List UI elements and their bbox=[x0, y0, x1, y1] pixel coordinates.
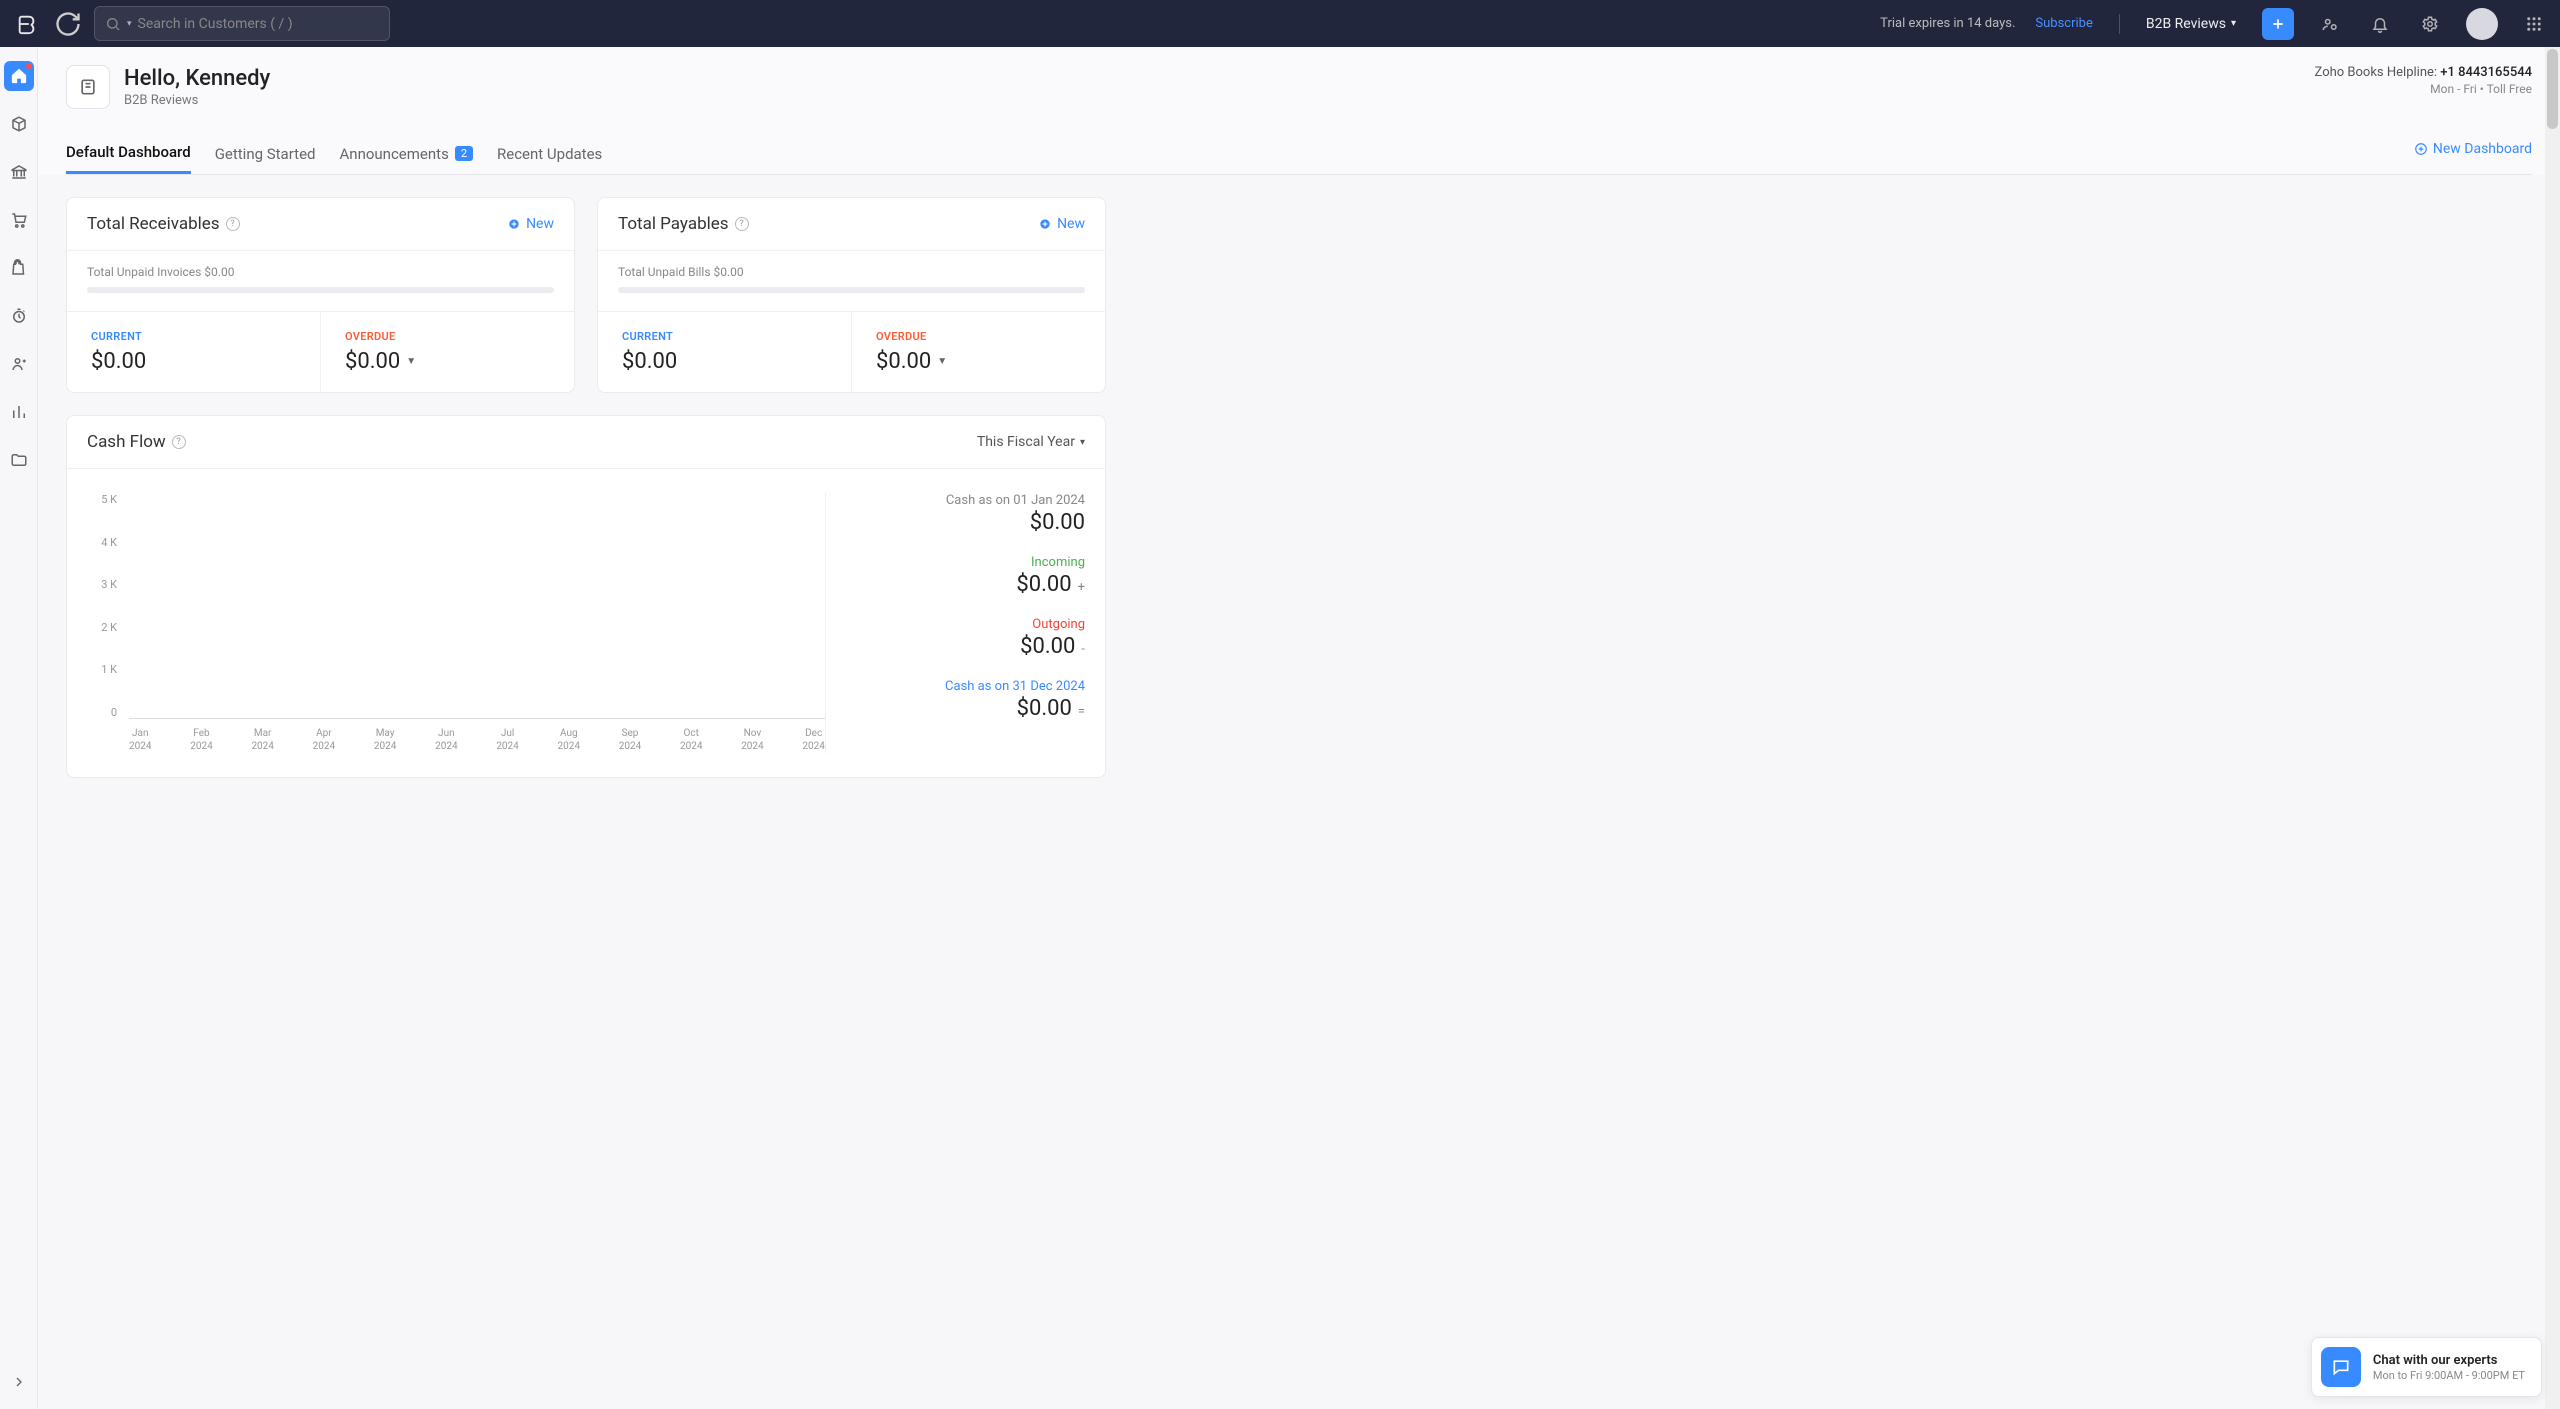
caret-down-icon: ▼ bbox=[937, 356, 947, 367]
cashflow-period-select[interactable]: This Fiscal Year ▾ bbox=[977, 434, 1085, 450]
receivables-overdue[interactable]: OVERDUE $0.00▼ bbox=[320, 312, 574, 392]
stat-value: $0.00 bbox=[91, 349, 296, 374]
refresh-icon[interactable] bbox=[54, 10, 82, 38]
payables-current: CURRENT $0.00 bbox=[598, 312, 851, 392]
card-receivables: Total Receivables ? New Total Unpaid Inv… bbox=[66, 197, 575, 393]
dashboard-icon bbox=[66, 65, 110, 109]
receivables-unpaid-text: Total Unpaid Invoices $0.00 bbox=[87, 265, 554, 279]
sidebar bbox=[0, 47, 38, 1409]
sidebar-item-reports[interactable] bbox=[4, 397, 34, 427]
chat-widget[interactable]: Chat with our experts Mon to Fri 9:00AM … bbox=[2311, 1337, 2542, 1397]
search-scope-caret-icon[interactable]: ▾ bbox=[127, 19, 132, 29]
chart-baseline bbox=[129, 493, 825, 719]
plus-circle-icon bbox=[2414, 142, 2428, 156]
receivables-progress bbox=[87, 287, 554, 293]
tab-announcements-label: Announcements bbox=[340, 145, 449, 163]
search-icon bbox=[105, 16, 121, 32]
chevron-down-icon: ▾ bbox=[2231, 18, 2236, 29]
main-content: Hello, Kennedy B2B Reviews Zoho Books He… bbox=[38, 47, 2560, 1409]
greeting-title: Hello, Kennedy bbox=[124, 66, 270, 91]
org-name-label: B2B Reviews bbox=[2146, 16, 2226, 32]
stat-label: CURRENT bbox=[91, 330, 296, 343]
chart-y-axis: 5 K4 K3 K2 K1 K0 bbox=[87, 493, 123, 719]
payables-overdue[interactable]: OVERDUE $0.00▼ bbox=[851, 312, 1105, 392]
subscribe-link[interactable]: Subscribe bbox=[2035, 16, 2092, 31]
help-icon[interactable]: ? bbox=[226, 217, 240, 231]
stat-label: CURRENT bbox=[622, 330, 827, 343]
tab-default-dashboard[interactable]: Default Dashboard bbox=[66, 133, 191, 174]
cash-closing: Cash as on 31 Dec 2024 $0.00= bbox=[856, 679, 1085, 721]
announcements-badge: 2 bbox=[455, 146, 473, 161]
card-cashflow: Cash Flow ? This Fiscal Year ▾ 5 K4 K3 K… bbox=[66, 415, 1106, 778]
stat-label: OVERDUE bbox=[345, 330, 550, 343]
quick-create-button[interactable] bbox=[2262, 8, 2294, 40]
sidebar-item-sales[interactable] bbox=[4, 205, 34, 235]
org-switcher[interactable]: B2B Reviews ▾ bbox=[2146, 16, 2236, 32]
sidebar-expand-button[interactable] bbox=[4, 1367, 34, 1397]
stat-value: $0.00▼ bbox=[876, 349, 1081, 374]
payables-new-button[interactable]: New bbox=[1038, 216, 1085, 232]
chat-title: Chat with our experts bbox=[2373, 1353, 2525, 1368]
stat-value: $0.00 bbox=[622, 349, 827, 374]
cashflow-title: Cash Flow ? bbox=[87, 432, 186, 452]
chat-icon bbox=[2321, 1347, 2361, 1387]
chart-x-axis: Jan2024Feb2024Mar2024Apr2024May2024Jun20… bbox=[129, 727, 825, 753]
topbar: ▾ Trial expires in 14 days. Subscribe B2… bbox=[0, 0, 2560, 47]
tab-getting-started[interactable]: Getting Started bbox=[215, 135, 316, 173]
plus-circle-icon bbox=[507, 217, 521, 231]
search-input-wrap[interactable]: ▾ bbox=[94, 6, 390, 41]
helpline-block: Zoho Books Helpline: +1 8443165544 Mon -… bbox=[2315, 65, 2532, 96]
payables-progress bbox=[618, 287, 1085, 293]
notification-dot-icon bbox=[26, 63, 32, 69]
app-logo-icon[interactable] bbox=[12, 9, 42, 39]
cashflow-summary: Cash as on 01 Jan 2024 $0.00 Incoming $0… bbox=[825, 493, 1085, 753]
help-icon[interactable]: ? bbox=[172, 435, 186, 449]
chat-hours: Mon to Fri 9:00AM - 9:00PM ET bbox=[2373, 1369, 2525, 1382]
cash-incoming: Incoming $0.00+ bbox=[856, 555, 1085, 597]
user-avatar[interactable] bbox=[2466, 8, 2498, 40]
new-dashboard-label: New Dashboard bbox=[2433, 141, 2532, 157]
scrollbar[interactable] bbox=[2545, 47, 2560, 1409]
caret-down-icon: ▼ bbox=[406, 356, 416, 367]
cashflow-chart: 5 K4 K3 K2 K1 K0 Jan2024Feb2024Mar2024Ap… bbox=[87, 493, 825, 753]
help-icon[interactable]: ? bbox=[735, 217, 749, 231]
new-dashboard-button[interactable]: New Dashboard bbox=[2414, 141, 2532, 167]
trial-text: Trial expires in 14 days. bbox=[1880, 16, 2015, 31]
hero: Hello, Kennedy B2B Reviews Zoho Books He… bbox=[38, 47, 2560, 175]
tab-recent-updates[interactable]: Recent Updates bbox=[497, 135, 602, 173]
dashboard-content: Total Receivables ? New Total Unpaid Inv… bbox=[38, 175, 2560, 800]
receivables-current: CURRENT $0.00 bbox=[67, 312, 320, 392]
sidebar-item-time[interactable] bbox=[4, 301, 34, 331]
helpline-hours: Mon - Fri • Toll Free bbox=[2315, 82, 2532, 96]
sidebar-item-purchases[interactable] bbox=[4, 253, 34, 283]
sidebar-item-items[interactable] bbox=[4, 109, 34, 139]
helpline-label: Zoho Books Helpline: bbox=[2315, 65, 2441, 80]
plus-circle-icon bbox=[1038, 217, 1052, 231]
receivables-new-button[interactable]: New bbox=[507, 216, 554, 232]
notifications-icon[interactable] bbox=[2366, 10, 2394, 38]
divider bbox=[2119, 14, 2120, 34]
sidebar-item-home[interactable] bbox=[4, 61, 34, 91]
cash-outgoing: Outgoing $0.00- bbox=[856, 617, 1085, 659]
sidebar-item-accountant[interactable] bbox=[4, 349, 34, 379]
sidebar-item-documents[interactable] bbox=[4, 445, 34, 475]
cash-opening: Cash as on 01 Jan 2024 $0.00 bbox=[856, 493, 1085, 535]
helpline-phone: +1 8443165544 bbox=[2440, 65, 2532, 80]
referrals-icon[interactable] bbox=[2316, 10, 2344, 38]
apps-grid-icon[interactable] bbox=[2520, 10, 2548, 38]
greeting-org: B2B Reviews bbox=[124, 93, 270, 108]
scrollbar-thumb[interactable] bbox=[2547, 49, 2558, 129]
stat-label: OVERDUE bbox=[876, 330, 1081, 343]
receivables-title: Total Receivables ? bbox=[87, 214, 240, 234]
payables-unpaid-text: Total Unpaid Bills $0.00 bbox=[618, 265, 1085, 279]
payables-title: Total Payables ? bbox=[618, 214, 749, 234]
tabs: Default Dashboard Getting Started Announ… bbox=[66, 133, 2532, 175]
card-payables: Total Payables ? New Total Unpaid Bills … bbox=[597, 197, 1106, 393]
settings-icon[interactable] bbox=[2416, 10, 2444, 38]
stat-value: $0.00▼ bbox=[345, 349, 550, 374]
tab-announcements[interactable]: Announcements 2 bbox=[340, 135, 474, 173]
search-input[interactable] bbox=[138, 16, 379, 32]
chevron-down-icon: ▾ bbox=[1080, 437, 1085, 448]
sidebar-item-banking[interactable] bbox=[4, 157, 34, 187]
